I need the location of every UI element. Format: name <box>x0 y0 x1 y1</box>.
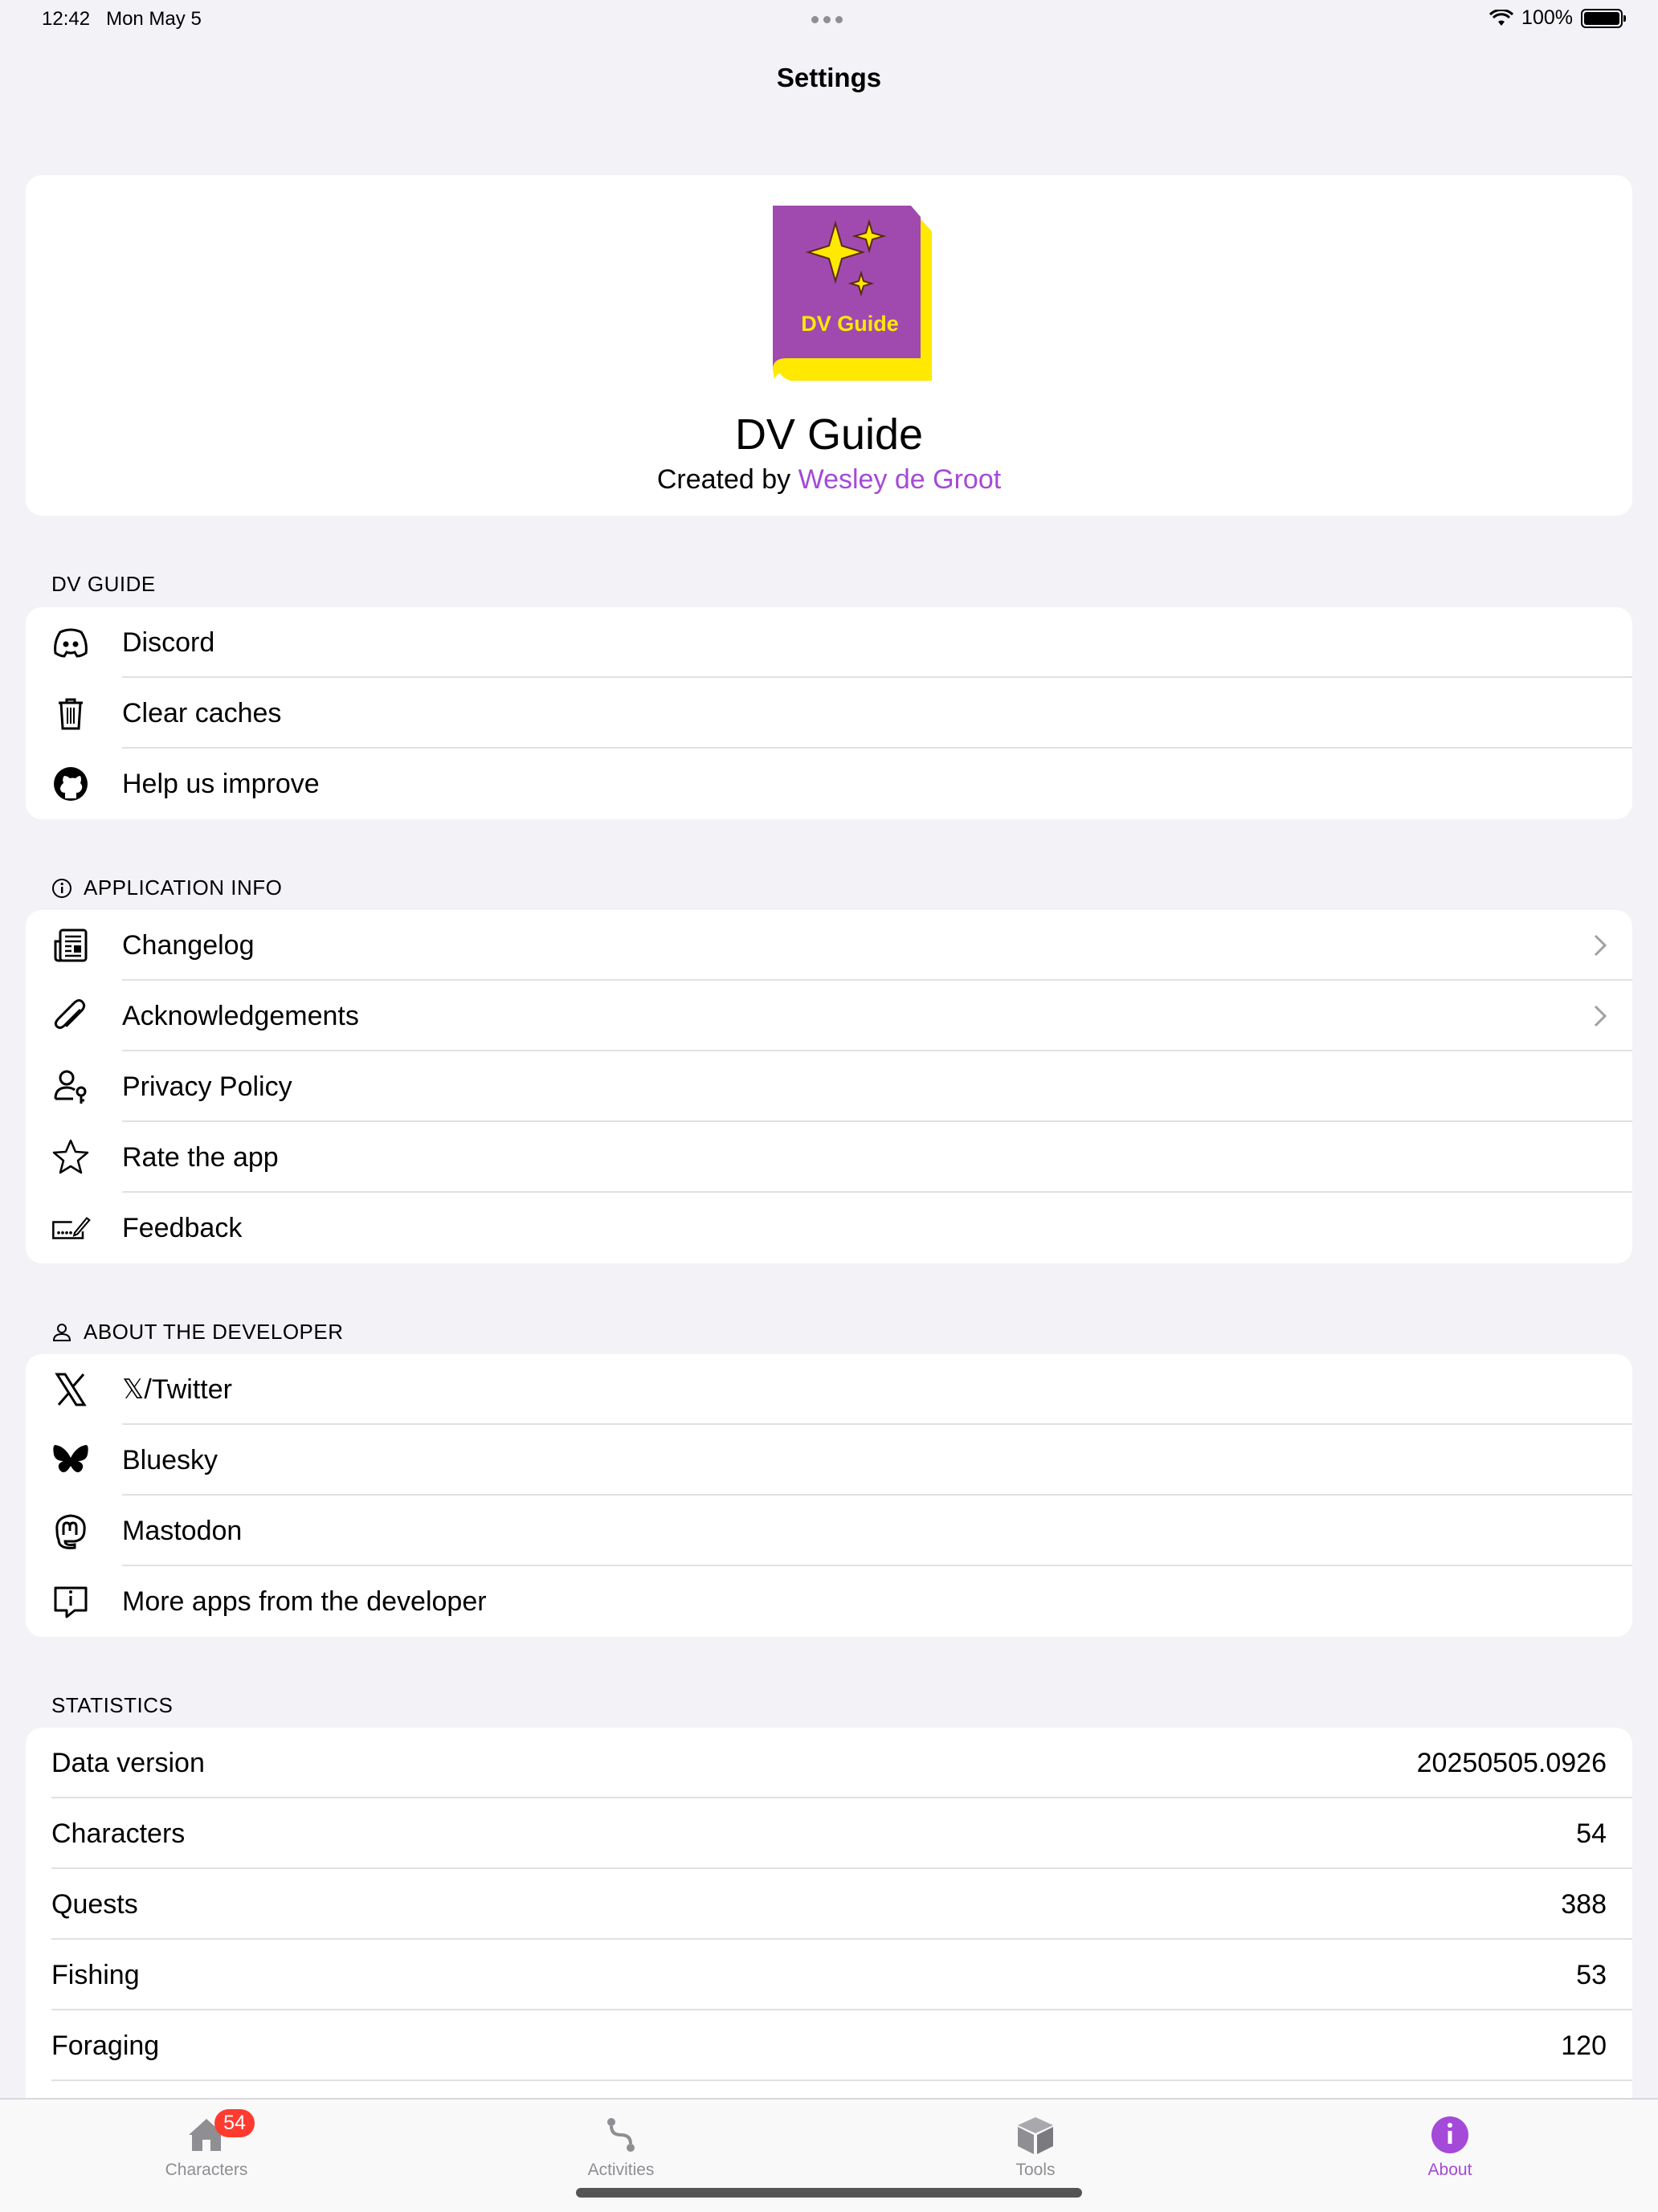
stat-value: 388 <box>1561 1888 1607 1920</box>
stat-label: Foraging <box>51 2030 160 2061</box>
star-icon <box>50 1137 92 1177</box>
dv-guide-list: Discord Clear caches Help us improve <box>26 607 1632 819</box>
tab-about[interactable]: About <box>1370 2114 1530 2180</box>
battery-icon <box>1581 8 1626 28</box>
stat-value: 54 <box>1576 1818 1607 1849</box>
row-label: More apps from the developer <box>122 1586 487 1617</box>
section-header-application-info: APPLICATION INFO <box>51 875 282 900</box>
page-title: Settings <box>776 63 882 92</box>
chevron-right-icon <box>1594 1005 1607 1027</box>
box-icon <box>1018 2117 1053 2154</box>
row-label: 𝕏/Twitter <box>122 1374 232 1405</box>
battery-percent: 100% <box>1521 6 1573 29</box>
signature-icon <box>50 1208 92 1248</box>
stat-value: 20250505.0926 <box>1416 1747 1607 1778</box>
stat-value: 120 <box>1561 2030 1607 2061</box>
row-label: Mastodon <box>122 1515 243 1546</box>
stat-row-quests: Quests 388 <box>26 1869 1632 1940</box>
application-info-list: Changelog Acknowledgements Privacy Polic… <box>26 910 1632 1263</box>
stat-row-characters: Characters 54 <box>26 1798 1632 1869</box>
app-logo-icon: DV Guide <box>773 206 932 381</box>
row-privacy-policy[interactable]: Privacy Policy <box>26 1051 1632 1122</box>
stat-label: Quests <box>51 1888 138 1920</box>
stat-value: 53 <box>1576 1959 1607 1990</box>
info-bubble-icon <box>50 1581 92 1622</box>
trash-icon <box>50 693 92 733</box>
row-label: Feedback <box>122 1212 243 1243</box>
row-label: Rate the app <box>122 1141 279 1173</box>
row-clear-caches[interactable]: Clear caches <box>26 678 1632 749</box>
row-label: Bluesky <box>122 1444 218 1475</box>
developer-link[interactable]: Wesley de Groot <box>798 464 1002 495</box>
tab-label: About <box>1427 2161 1472 2179</box>
app-logo-text: DV Guide <box>801 312 899 336</box>
row-label: Acknowledgements <box>122 1000 359 1031</box>
home-indicator[interactable] <box>576 2188 1082 2198</box>
x-icon <box>50 1369 92 1410</box>
tab-label: Activities <box>587 2161 655 2179</box>
created-by-label: Created by <box>656 464 791 495</box>
row-label: Clear caches <box>122 697 282 728</box>
row-bluesky[interactable]: Bluesky <box>26 1425 1632 1496</box>
section-header-about-developer: ABOUT THE DEVELOPER <box>51 1320 344 1345</box>
tab-tools[interactable]: Tools <box>955 2114 1116 2180</box>
section-header-dv-guide: DV GUIDE <box>51 572 156 596</box>
tab-activities[interactable]: Activities <box>541 2114 701 2180</box>
person-key-icon <box>50 1067 92 1107</box>
developer-list: 𝕏/Twitter Bluesky Mastodon More apps fro… <box>26 1354 1632 1637</box>
row-feedback[interactable]: Feedback <box>26 1193 1632 1263</box>
characters-badge: 54 <box>214 2109 255 2137</box>
row-discord[interactable]: Discord <box>26 607 1632 678</box>
stat-label: Characters <box>51 1818 186 1849</box>
row-rate-the-app[interactable]: Rate the app <box>26 1122 1632 1193</box>
row-label: Changelog <box>122 929 255 961</box>
tab-label: Tools <box>1015 2161 1056 2179</box>
row-more-apps[interactable]: More apps from the developer <box>26 1566 1632 1637</box>
stat-label: Data version <box>51 1747 205 1778</box>
paperclip-icon <box>50 996 92 1036</box>
chevron-right-icon <box>1594 934 1607 957</box>
multitasking-dots[interactable] <box>811 16 843 23</box>
statistics-list: Data version 20250505.0926 Characters 54 Q… <box>26 1728 1632 2113</box>
credit-line: Created by Wesley de Groot <box>26 464 1632 496</box>
info-circle-icon <box>52 878 71 898</box>
row-label: Discord <box>122 626 215 658</box>
person-icon <box>52 1323 71 1341</box>
newspaper-icon <box>50 925 92 965</box>
wifi-icon <box>1489 9 1514 26</box>
tab-label: Characters <box>165 2161 248 2179</box>
mastodon-icon <box>50 1511 92 1551</box>
row-mastodon[interactable]: Mastodon <box>26 1496 1632 1566</box>
row-twitter[interactable]: 𝕏/Twitter <box>26 1354 1632 1425</box>
stat-row-foraging: Foraging 120 <box>26 2010 1632 2081</box>
butterfly-icon <box>50 1440 92 1480</box>
row-label: Help us improve <box>122 768 320 799</box>
info-circle-icon <box>1431 2116 1468 2153</box>
discord-icon <box>50 622 92 663</box>
row-label: Privacy Policy <box>122 1071 292 1102</box>
github-icon <box>50 764 92 804</box>
status-bar: 12:42 Mon May 5 100% <box>0 0 1658 40</box>
app-header-card: DV Guide DV Guide Created by Wesley de G… <box>26 175 1632 516</box>
row-help-us-improve[interactable]: Help us improve <box>26 749 1632 819</box>
section-header-statistics: STATISTICS <box>51 1693 174 1717</box>
app-name: DV Guide <box>734 410 924 459</box>
stat-row-data-version: Data version 20250505.0926 <box>26 1728 1632 1798</box>
status-right: 100% <box>1489 6 1626 30</box>
tab-characters[interactable]: 54 Characters <box>126 2109 287 2180</box>
path-icon <box>607 2118 635 2152</box>
stat-row-fishing: Fishing 53 <box>26 1940 1632 2010</box>
status-time: 12:42 Mon May 5 <box>42 8 202 30</box>
row-changelog[interactable]: Changelog <box>26 910 1632 981</box>
row-acknowledgements[interactable]: Acknowledgements <box>26 981 1632 1051</box>
stat-label: Fishing <box>51 1959 140 1990</box>
